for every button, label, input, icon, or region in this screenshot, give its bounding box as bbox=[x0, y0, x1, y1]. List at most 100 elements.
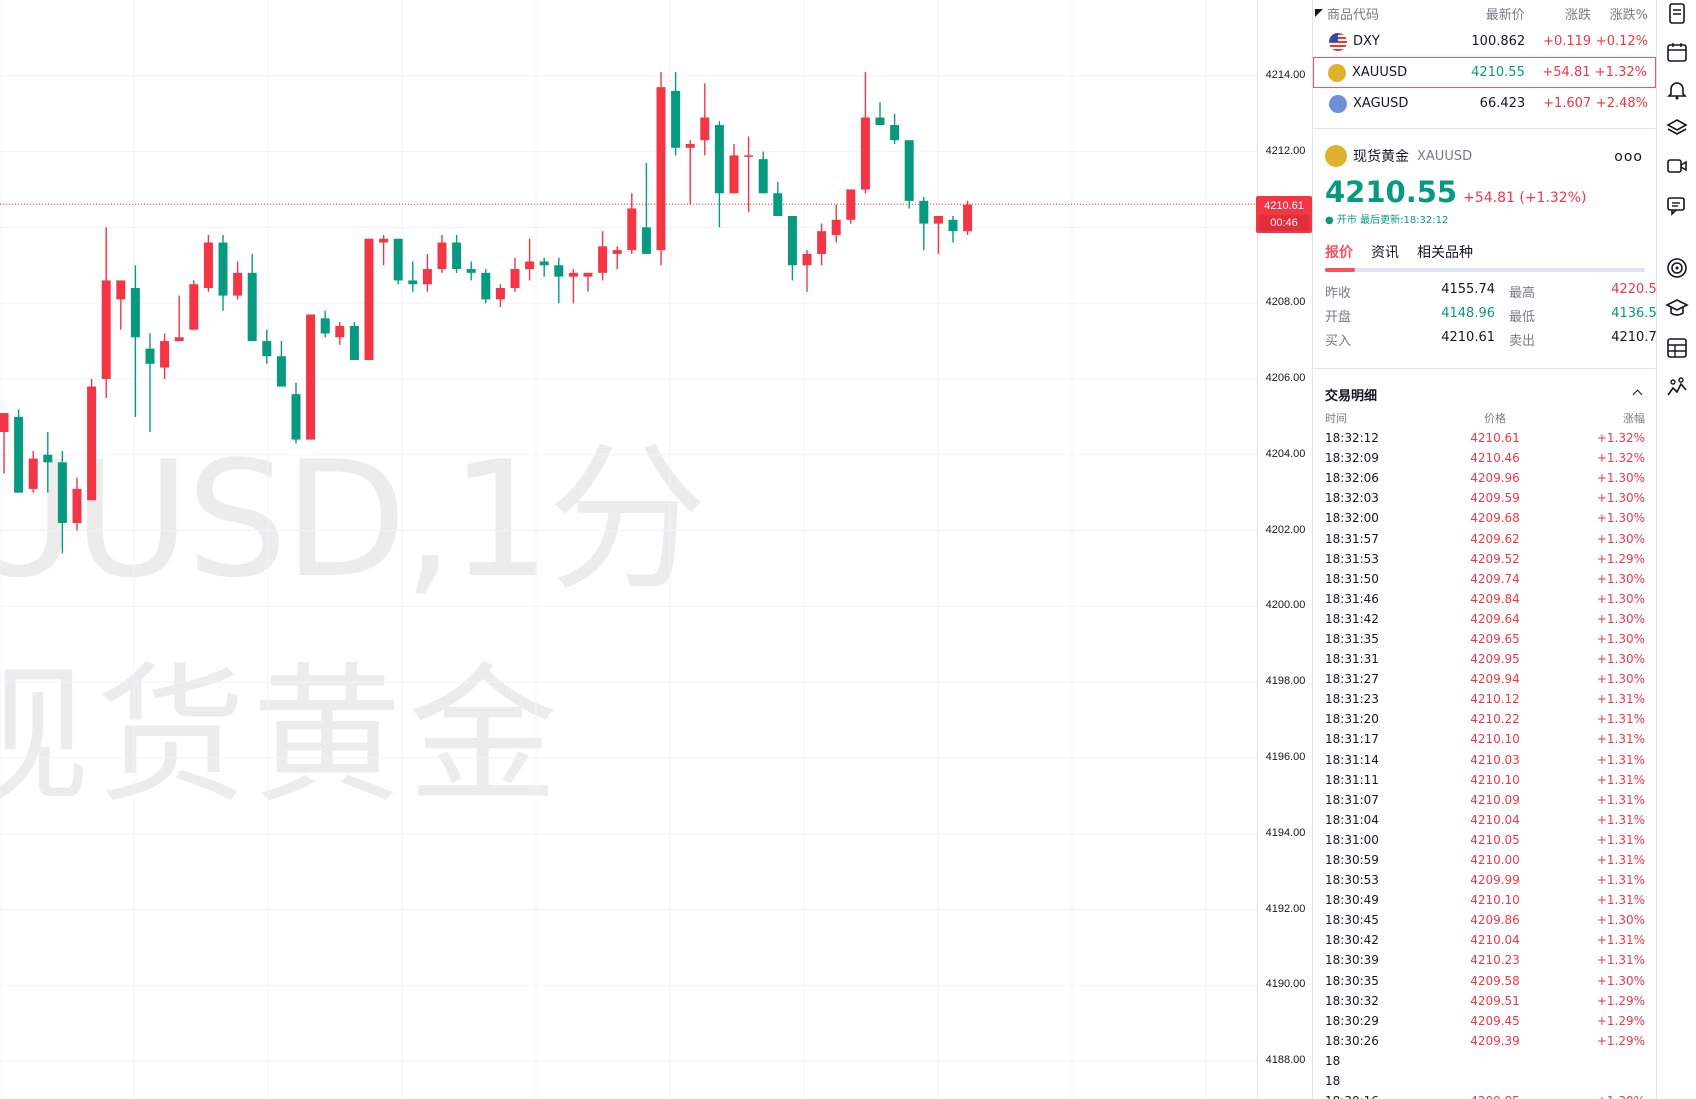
chat-icon[interactable] bbox=[1665, 194, 1689, 218]
video-icon[interactable] bbox=[1665, 154, 1689, 178]
candle[interactable] bbox=[116, 280, 126, 330]
watchlist-icon[interactable] bbox=[1665, 2, 1689, 26]
candlestick-chart[interactable] bbox=[0, 0, 1257, 1099]
candle[interactable] bbox=[612, 246, 622, 270]
candle[interactable] bbox=[627, 193, 637, 254]
header-pct[interactable]: 涨跌% bbox=[1591, 4, 1656, 23]
candle[interactable] bbox=[714, 121, 724, 228]
candle[interactable] bbox=[890, 113, 900, 145]
watchlist-row-dxy[interactable]: DXY 100.862 +0.119 +0.12% bbox=[1313, 26, 1656, 57]
header-symbol[interactable]: 商品代码 bbox=[1327, 4, 1379, 23]
table-icon[interactable] bbox=[1665, 336, 1689, 360]
candle[interactable] bbox=[14, 409, 24, 493]
candle[interactable] bbox=[408, 261, 418, 292]
header-chg[interactable]: 涨跌 bbox=[1525, 4, 1591, 23]
candle[interactable] bbox=[364, 238, 374, 361]
layers-icon[interactable] bbox=[1665, 116, 1689, 140]
trade-pct: +1.30% bbox=[1596, 511, 1645, 526]
candle[interactable] bbox=[904, 140, 914, 209]
candle[interactable] bbox=[758, 151, 768, 194]
stat-value: 4155.74 bbox=[1441, 282, 1495, 297]
candle[interactable] bbox=[568, 269, 578, 304]
candle[interactable] bbox=[919, 197, 929, 251]
candle[interactable] bbox=[203, 234, 213, 292]
trade-pct: +1.30% bbox=[1596, 611, 1645, 626]
candle[interactable] bbox=[72, 477, 82, 531]
candle-body bbox=[860, 117, 870, 190]
candle-body bbox=[437, 242, 447, 270]
chevron-up-icon[interactable] bbox=[1632, 389, 1643, 400]
candle[interactable] bbox=[685, 140, 695, 205]
chart-area[interactable]: UUSD,1分 现货黄金 bbox=[0, 0, 1257, 1099]
candle[interactable] bbox=[598, 231, 608, 281]
candle-body bbox=[817, 231, 827, 254]
candle[interactable] bbox=[583, 272, 593, 292]
candle-body bbox=[276, 356, 286, 387]
candle[interactable] bbox=[963, 200, 973, 235]
candle[interactable] bbox=[525, 238, 535, 281]
candle[interactable] bbox=[349, 322, 359, 361]
candle[interactable] bbox=[641, 162, 651, 254]
collapse-icon[interactable] bbox=[1315, 9, 1323, 17]
candle[interactable] bbox=[174, 295, 184, 342]
candle[interactable] bbox=[787, 216, 797, 281]
candle[interactable] bbox=[554, 257, 564, 304]
candle[interactable] bbox=[393, 238, 403, 285]
candle[interactable] bbox=[700, 83, 710, 156]
target-icon[interactable] bbox=[1665, 256, 1689, 280]
candle[interactable] bbox=[247, 253, 257, 342]
header-last[interactable]: 最新价 bbox=[1449, 4, 1525, 23]
candle[interactable] bbox=[101, 227, 111, 398]
candle-body bbox=[598, 246, 608, 273]
tab-news[interactable]: 资讯 bbox=[1371, 242, 1399, 262]
candle[interactable] bbox=[145, 333, 155, 433]
stat-value: 4136.57 bbox=[1611, 306, 1656, 321]
candle[interactable] bbox=[875, 102, 885, 126]
candle[interactable] bbox=[831, 204, 841, 243]
candle[interactable] bbox=[437, 234, 447, 273]
candle[interactable] bbox=[130, 265, 140, 417]
candle[interactable] bbox=[291, 382, 301, 444]
candle[interactable] bbox=[481, 269, 491, 304]
candle[interactable] bbox=[817, 223, 827, 266]
candle[interactable] bbox=[320, 310, 330, 338]
ideas-icon[interactable] bbox=[1665, 376, 1689, 400]
price-tick: 4200.00 bbox=[1265, 599, 1306, 612]
watchlist-row-xauusd[interactable]: XAUUSD 4210.55 +54.81 +1.32% bbox=[1313, 57, 1656, 88]
candle[interactable] bbox=[422, 253, 432, 292]
calendar-icon[interactable] bbox=[1665, 40, 1689, 64]
candle[interactable] bbox=[510, 257, 520, 292]
candle[interactable] bbox=[87, 378, 97, 501]
candle[interactable] bbox=[656, 72, 666, 266]
candle[interactable] bbox=[466, 261, 476, 281]
candle[interactable] bbox=[189, 280, 199, 330]
price-axis[interactable]: 4214.004212.004210.004208.004206.004204.… bbox=[1257, 0, 1312, 1099]
candle[interactable] bbox=[452, 234, 462, 273]
candle[interactable] bbox=[306, 314, 316, 440]
candle[interactable] bbox=[671, 72, 681, 156]
candle[interactable] bbox=[744, 136, 754, 213]
candle[interactable] bbox=[218, 234, 228, 311]
candle[interactable] bbox=[379, 234, 389, 266]
candle[interactable] bbox=[335, 322, 345, 345]
more-options-icon[interactable]: ooo bbox=[1614, 149, 1643, 165]
candle[interactable] bbox=[0, 413, 9, 474]
candle[interactable] bbox=[57, 450, 67, 554]
candle[interactable] bbox=[948, 216, 958, 243]
alert-icon[interactable] bbox=[1665, 78, 1689, 102]
candle[interactable] bbox=[28, 450, 38, 493]
candle[interactable] bbox=[276, 341, 286, 387]
tab-quote[interactable]: 报价 bbox=[1325, 242, 1353, 262]
candle[interactable] bbox=[933, 216, 943, 254]
candle[interactable] bbox=[262, 329, 272, 364]
candle[interactable] bbox=[539, 257, 549, 277]
candle[interactable] bbox=[233, 261, 243, 300]
candle[interactable] bbox=[43, 432, 53, 493]
candle[interactable] bbox=[773, 181, 783, 217]
education-icon[interactable] bbox=[1665, 296, 1689, 320]
watchlist-row-xagusd[interactable]: XAGUSD 66.423 +1.607 +2.48% bbox=[1313, 88, 1656, 119]
tab-related[interactable]: 相关品种 bbox=[1417, 242, 1473, 262]
candle[interactable] bbox=[846, 189, 856, 224]
candle[interactable] bbox=[860, 72, 870, 194]
candle[interactable] bbox=[160, 333, 170, 379]
